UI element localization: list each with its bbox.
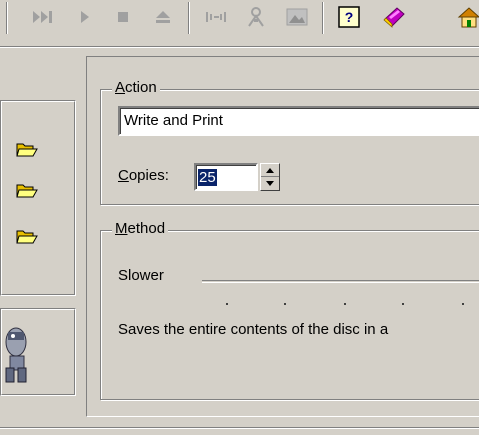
action-legend: Action bbox=[112, 79, 160, 97]
tools-icon[interactable] bbox=[240, 0, 272, 34]
copies-spinner[interactable] bbox=[260, 163, 280, 191]
copies-value: 25 bbox=[198, 169, 217, 186]
toolbar-separator bbox=[6, 2, 8, 34]
status-divider bbox=[0, 427, 479, 429]
method-description: Saves the entire contents of the disc in… bbox=[118, 321, 389, 338]
slider-tick bbox=[284, 303, 286, 305]
toolbar-separator bbox=[322, 2, 324, 34]
slider-tick bbox=[462, 303, 464, 305]
spin-up-button[interactable] bbox=[261, 164, 279, 177]
copies-input[interactable]: 25 bbox=[194, 163, 258, 191]
action-select-value: Write and Print bbox=[124, 112, 223, 129]
toolbar-divider bbox=[0, 46, 479, 48]
book-icon[interactable] bbox=[376, 0, 412, 34]
speed-slider[interactable] bbox=[202, 280, 479, 283]
eject-icon[interactable] bbox=[148, 0, 178, 34]
method-group bbox=[100, 230, 479, 400]
open-folder-icon[interactable] bbox=[16, 181, 38, 199]
svg-text:?: ? bbox=[345, 9, 354, 25]
slider-tick bbox=[226, 303, 228, 305]
tracks-icon[interactable] bbox=[200, 0, 232, 34]
toolbar: ? bbox=[0, 0, 479, 40]
slider-label-slower: Slower bbox=[118, 267, 164, 284]
robot-icon bbox=[2, 320, 32, 386]
toolbar-separator bbox=[188, 2, 190, 34]
slider-tick bbox=[344, 303, 346, 305]
action-select[interactable]: Write and Print bbox=[118, 106, 479, 136]
spin-down-button[interactable] bbox=[261, 177, 279, 190]
slider-tick bbox=[402, 303, 404, 305]
home-icon[interactable] bbox=[454, 0, 479, 34]
left-buttons-panel bbox=[0, 100, 76, 296]
image-icon[interactable] bbox=[280, 0, 314, 34]
copies-label: Copies: bbox=[118, 167, 169, 184]
help-icon[interactable]: ? bbox=[332, 0, 366, 34]
method-legend: Method bbox=[112, 220, 169, 238]
open-folder-icon[interactable] bbox=[16, 140, 38, 158]
open-folder-icon[interactable] bbox=[16, 227, 38, 245]
play-icon[interactable] bbox=[72, 0, 98, 34]
stop-icon[interactable] bbox=[110, 0, 136, 34]
skip-forward-icon[interactable] bbox=[26, 0, 60, 34]
